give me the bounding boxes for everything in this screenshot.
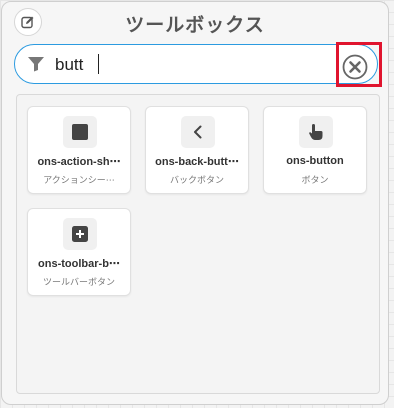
chevron-left-icon bbox=[181, 116, 215, 148]
component-tile-toolbar-button[interactable]: ons-toolbar-b⋯ ツールバーボタン bbox=[27, 208, 131, 296]
text-caret bbox=[98, 54, 99, 74]
tile-name: ons-button bbox=[286, 155, 344, 167]
tile-subtitle: バックボタン bbox=[169, 176, 224, 186]
toolbox-panel: ツールボックス ons-action-sh⋯ アクションシー⋯ ons-back… bbox=[1, 1, 389, 405]
tile-name: ons-back-butt⋯ bbox=[155, 156, 239, 168]
plus-square-icon bbox=[63, 218, 97, 250]
search-input[interactable] bbox=[55, 54, 335, 76]
filter-icon bbox=[28, 57, 44, 72]
tile-subtitle: アクションシー⋯ bbox=[43, 176, 115, 186]
square-icon bbox=[63, 116, 97, 148]
tile-subtitle: ボタン bbox=[301, 176, 329, 186]
pointer-hand-icon bbox=[299, 116, 333, 148]
component-list: ons-action-sh⋯ アクションシー⋯ ons-back-butt⋯ バ… bbox=[16, 94, 380, 394]
tile-subtitle: ツールバーボタン bbox=[42, 278, 115, 288]
component-tile-back-button[interactable]: ons-back-butt⋯ バックボタン bbox=[145, 106, 249, 194]
component-tile-button[interactable]: ons-button ボタン bbox=[263, 106, 367, 194]
search-box[interactable] bbox=[14, 44, 378, 84]
tile-name: ons-action-sh⋯ bbox=[37, 156, 121, 168]
highlight-box bbox=[336, 42, 382, 87]
tile-name: ons-toolbar-b⋯ bbox=[38, 258, 120, 270]
panel-title: ツールボックス bbox=[125, 14, 265, 36]
component-tile-action-sheet[interactable]: ons-action-sh⋯ アクションシー⋯ bbox=[27, 106, 131, 194]
